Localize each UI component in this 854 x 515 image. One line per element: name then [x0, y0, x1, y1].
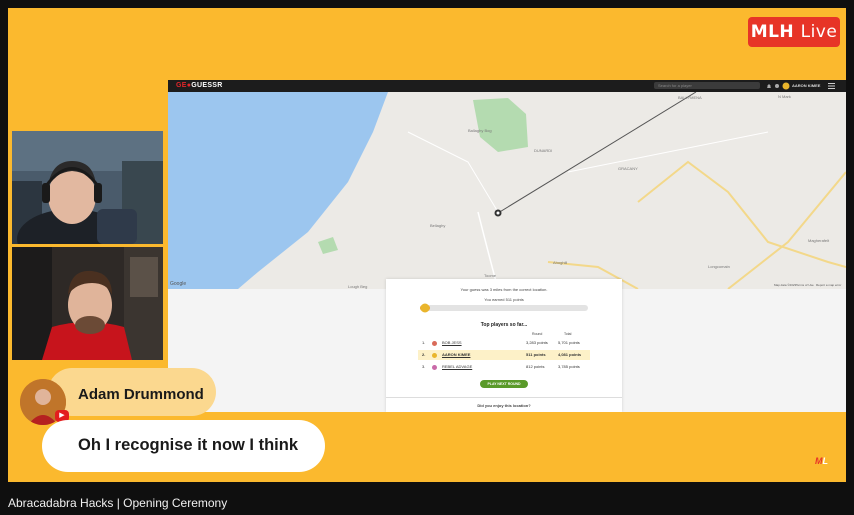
player-search-input[interactable]: Search for a player — [654, 82, 760, 89]
settings-icon[interactable] — [774, 83, 780, 89]
mlh-brand: MLH — [750, 22, 795, 42]
leaderboard-row: 1. BOB JESS 3,283 points 5,701 points — [418, 338, 590, 348]
round-points: 3,283 points — [526, 340, 548, 345]
google-logo: Google — [170, 281, 186, 287]
rank: 1. — [422, 340, 426, 345]
map-label: Bellaghy — [430, 223, 445, 228]
player-avatar — [432, 365, 437, 370]
chat-message: Oh I recognise it now I think — [78, 436, 299, 454]
player-avatar-icon — [420, 303, 430, 313]
webcam-host-2 — [12, 247, 163, 360]
total-points: 5,701 points — [558, 340, 580, 345]
map-label: Ahoghill — [553, 260, 567, 265]
geoguessr-logo[interactable]: GE●GUESSR — [176, 82, 223, 89]
map-footer: Map data ©2023 — [774, 283, 797, 287]
webcam-host-1 — [12, 131, 163, 244]
geoguessr-topbar: GE●GUESSR Search for a player AARON KIME… — [168, 80, 846, 92]
col-total: Total — [564, 332, 572, 336]
player-avatar — [432, 341, 437, 346]
logo-suffix: GUESSR — [191, 82, 223, 89]
map-label: GRACANY — [618, 166, 638, 171]
col-round: Round — [532, 332, 543, 336]
map-label: Ballaghy Bog — [468, 128, 492, 133]
mlh-corner-logo: ML — [815, 456, 828, 466]
guess-distance-text: Your guess was 3 miles from the correct … — [460, 287, 548, 292]
map-label: Longcomain — [708, 264, 730, 269]
total-points: 3,785 points — [558, 364, 580, 369]
player-avatar — [432, 353, 437, 358]
map-footer: Terms of Use — [796, 283, 814, 287]
avatar-icon[interactable] — [782, 82, 790, 90]
logo-m: M — [815, 456, 823, 466]
video-title: Abracadabra Hacks | Opening Ceremony — [8, 496, 228, 510]
divider — [386, 397, 622, 398]
points-earned-text: You earned 511 points — [484, 297, 524, 302]
map-footer: Report a map error — [816, 283, 841, 287]
player-name[interactable]: AARON KIMEE — [442, 350, 470, 360]
player-name[interactable]: REBEL ADVAGE — [442, 362, 472, 372]
total-points: 4,081 points — [558, 352, 582, 357]
logo-prefix: GE — [176, 82, 187, 89]
speaker-name: Adam Drummond — [78, 386, 204, 403]
mlh-live-badge: MLH Live — [748, 17, 840, 47]
enjoy-location-text: Did you enjoy this location? — [477, 403, 531, 408]
map-label: Magherafelt — [808, 238, 830, 243]
leaderboard-row-highlight: 2. AARON KIMEE 511 points 4,081 points — [418, 350, 590, 360]
result-map[interactable]: BALLYMENA N Mark DUNARDI GRACANY Bellagh… — [168, 92, 846, 289]
map-label: Toome — [484, 273, 497, 278]
player-name[interactable]: BOB JESS — [442, 338, 462, 348]
username-label[interactable]: AARON KIMEE — [792, 83, 820, 88]
round-points: 511 points — [526, 352, 546, 357]
result-card: Your guess was 3 miles from the correct … — [386, 279, 622, 412]
rank: 3. — [422, 364, 426, 369]
rank: 2. — [422, 352, 426, 357]
leaderboard-row: 3. REBEL ADVAGE 812 points 3,785 points — [418, 362, 590, 372]
screen-share: GE●GUESSR Search for a player AARON KIME… — [168, 80, 846, 412]
round-points: 812 points — [526, 364, 545, 369]
bell-icon[interactable] — [766, 83, 772, 89]
top-players-title: Top players so far... — [480, 322, 528, 328]
logo-l: L — [822, 456, 829, 466]
live-label: Live — [800, 22, 838, 42]
map-label: BALLYMENA — [678, 95, 702, 100]
map-label: N Mark — [778, 94, 791, 99]
results-panel: Your guess was 3 miles from the correct … — [168, 279, 846, 412]
score-bar — [420, 305, 588, 311]
menu-icon[interactable] — [828, 83, 835, 89]
play-next-round-button[interactable]: PLAY NEXT ROUND — [480, 380, 528, 388]
map-label: DUNARDI — [534, 148, 552, 153]
